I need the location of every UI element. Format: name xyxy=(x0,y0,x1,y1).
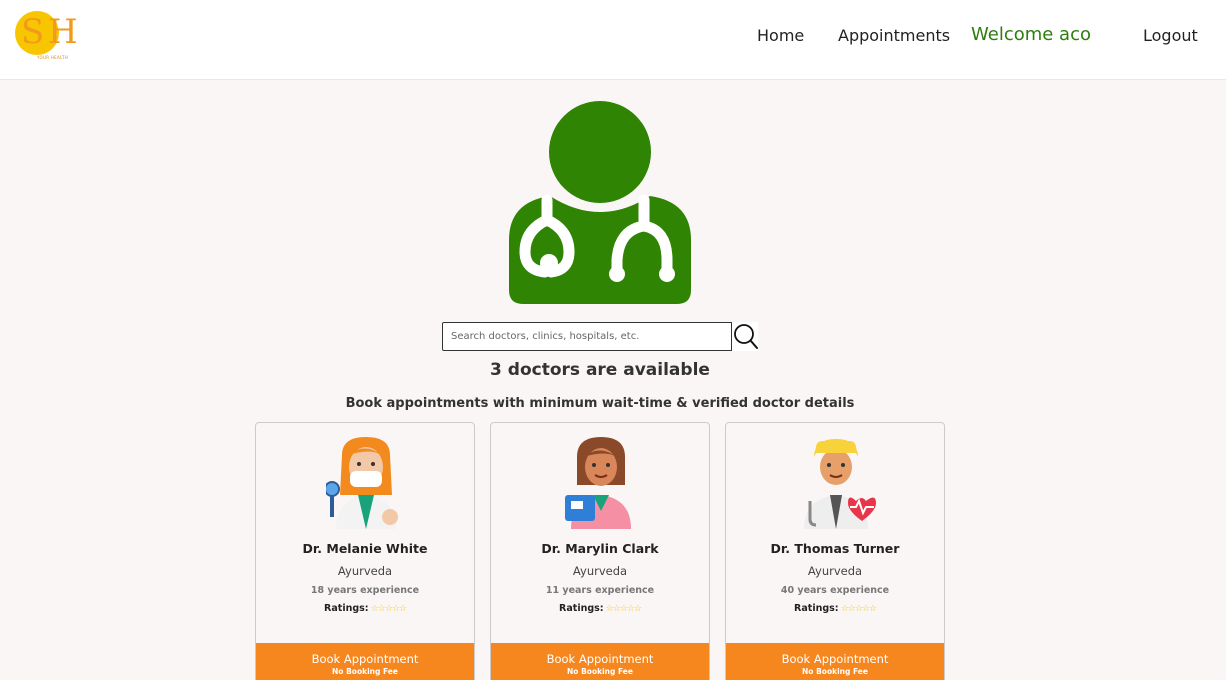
book-appointment-label: Book Appointment xyxy=(546,652,654,666)
male-doctor-heart-icon xyxy=(804,439,876,529)
logo-letter-s: S xyxy=(21,12,45,52)
doctor-rating: Ratings: ☆☆☆☆☆ xyxy=(491,603,709,614)
rating-stars-icon: ☆☆☆☆☆ xyxy=(605,604,642,614)
welcome-user-text: Welcome aco xyxy=(971,24,1091,45)
nav-appointments-link[interactable]: Appointments xyxy=(838,26,950,46)
doctor-name: Dr. Marylin Clark xyxy=(541,541,659,556)
search-bar xyxy=(442,322,758,351)
booking-fee-note: No Booking Fee xyxy=(802,667,868,676)
rating-stars-icon: ☆☆☆☆☆ xyxy=(840,604,877,614)
search-icon xyxy=(734,324,758,349)
doctor-rating: Ratings: ☆☆☆☆☆ xyxy=(726,603,944,614)
brand-logo[interactable]: S H YOUR HEALTH xyxy=(15,11,79,61)
book-appointment-label: Book Appointment xyxy=(781,652,889,666)
doctor-rating: Ratings: ☆☆☆☆☆ xyxy=(256,603,474,614)
nav-home-link[interactable]: Home xyxy=(757,26,804,46)
book-appointment-label: Book Appointment xyxy=(311,652,419,666)
book-appointment-button[interactable]: Book Appointment No Booking Fee xyxy=(726,643,944,680)
logo-letter-h: H xyxy=(48,12,78,52)
booking-fee-note: No Booking Fee xyxy=(332,667,398,676)
doctor-name: Dr. Melanie White xyxy=(302,541,428,556)
search-button[interactable] xyxy=(731,322,758,351)
doctor-specialty: Ayurveda xyxy=(337,564,393,578)
rating-stars-icon: ☆☆☆☆☆ xyxy=(370,604,407,614)
doctor-stethoscope-icon xyxy=(509,101,691,304)
doctor-experience: 18 years experience xyxy=(310,585,420,596)
doctor-card: Dr. Marylin Clark Ayurveda 11 years expe… xyxy=(490,422,710,680)
top-navbar: S H YOUR HEALTH Home Appointments Welcom… xyxy=(0,0,1226,80)
doctor-experience: 11 years experience xyxy=(545,585,655,596)
doctor-card: Dr. Melanie White Ayurveda 18 years expe… xyxy=(255,422,475,680)
search-input[interactable] xyxy=(443,323,731,350)
logo-tagline: YOUR HEALTH xyxy=(37,55,69,60)
ratings-label: Ratings: xyxy=(794,603,839,614)
nav-logout-link[interactable]: Logout xyxy=(1143,26,1198,46)
ratings-label: Ratings: xyxy=(324,603,369,614)
booking-fee-note: No Booking Fee xyxy=(567,667,633,676)
booking-subtitle: Book appointments with minimum wait-time… xyxy=(345,396,855,411)
book-appointment-button[interactable]: Book Appointment No Booking Fee xyxy=(256,643,474,680)
female-doctor-clipboard-icon xyxy=(565,437,631,529)
available-doctors-count: 3 doctors are available xyxy=(490,360,710,380)
female-doctor-mask-icon xyxy=(326,437,398,529)
doctor-experience: 40 years experience xyxy=(780,585,890,596)
book-appointment-button[interactable]: Book Appointment No Booking Fee xyxy=(491,643,709,680)
doctor-name: Dr. Thomas Turner xyxy=(770,541,900,556)
doctor-specialty: Ayurveda xyxy=(807,564,863,578)
doctor-specialty: Ayurveda xyxy=(572,564,628,578)
doctor-card: Dr. Thomas Turner Ayurveda 40 years expe… xyxy=(725,422,945,680)
ratings-label: Ratings: xyxy=(559,603,604,614)
